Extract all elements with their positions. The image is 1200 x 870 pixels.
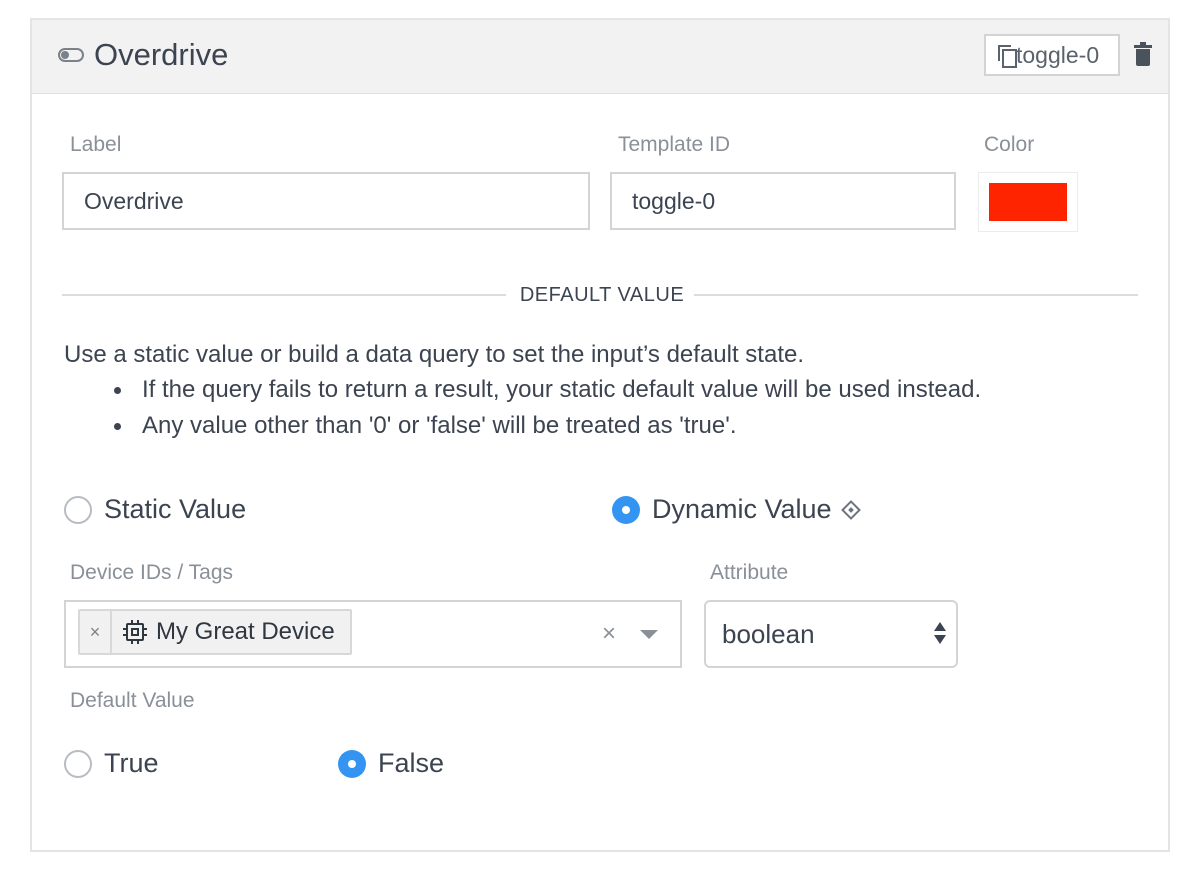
label-input[interactable]: Overdrive [62,172,590,230]
static-value-radio[interactable]: Static Value [64,494,246,525]
panel-header: Overdrive toggle-0 [32,20,1168,94]
default-true-label: True [104,748,159,778]
dynamic-value-radio[interactable]: Dynamic Value [612,494,861,525]
device-chip-icon [123,620,147,644]
attribute-select[interactable]: boolean [704,600,958,668]
static-value-label: Static Value [104,494,247,524]
toggle-icon [58,48,84,62]
trash-icon[interactable] [1134,42,1152,68]
label-field-label: Label [70,133,122,156]
device-ids-tags-select[interactable]: × My Great Device × [64,600,682,668]
radio-checked-icon [612,495,640,524]
selected-device-tag: × My Great Device [78,609,352,655]
divider-left [62,294,506,296]
list-item: Any value other than '0' or 'false' will… [112,408,981,444]
radio-unchecked-icon [64,495,92,524]
color-picker[interactable] [978,172,1078,232]
default-value-notes: If the query fails to return a result, y… [112,372,981,444]
default-true-radio[interactable]: True [64,748,159,779]
template-id-input[interactable]: toggle-0 [610,172,956,230]
panel-title: Overdrive [94,37,229,72]
template-id-field-label: Template ID [618,133,731,156]
attribute-label: Attribute [710,561,789,584]
default-value-description: Use a static value or build a data query… [64,341,805,368]
attribute-selected-value: boolean [722,619,815,649]
data-query-icon [840,499,861,520]
toggle-config-panel: Overdrive toggle-0 Label Overdrive Templ… [30,18,1170,852]
select-arrows-icon [934,622,946,646]
default-false-label: False [378,748,445,778]
dynamic-value-label: Dynamic Value [652,494,832,524]
default-value-label: Default Value [70,689,195,712]
color-field-label: Color [984,133,1035,156]
copy-template-id-button[interactable]: toggle-0 [984,34,1120,76]
device-ids-tags-label: Device IDs / Tags [70,561,234,584]
template-id-badge-label: toggle-0 [1016,42,1100,68]
selected-device-label: My Great Device [156,618,335,645]
chevron-down-icon[interactable] [640,630,658,639]
clear-selection-icon[interactable]: × [602,618,616,650]
list-item: If the query fails to return a result, y… [112,372,981,408]
divider-right [694,294,1138,296]
color-swatch [989,183,1067,221]
radio-unchecked-icon [64,749,92,778]
default-false-radio[interactable]: False [338,748,444,779]
copy-icon [998,45,1017,68]
tag-remove-button[interactable]: × [80,611,112,653]
radio-checked-icon [338,749,366,778]
default-value-heading: DEFAULT VALUE [519,284,685,306]
